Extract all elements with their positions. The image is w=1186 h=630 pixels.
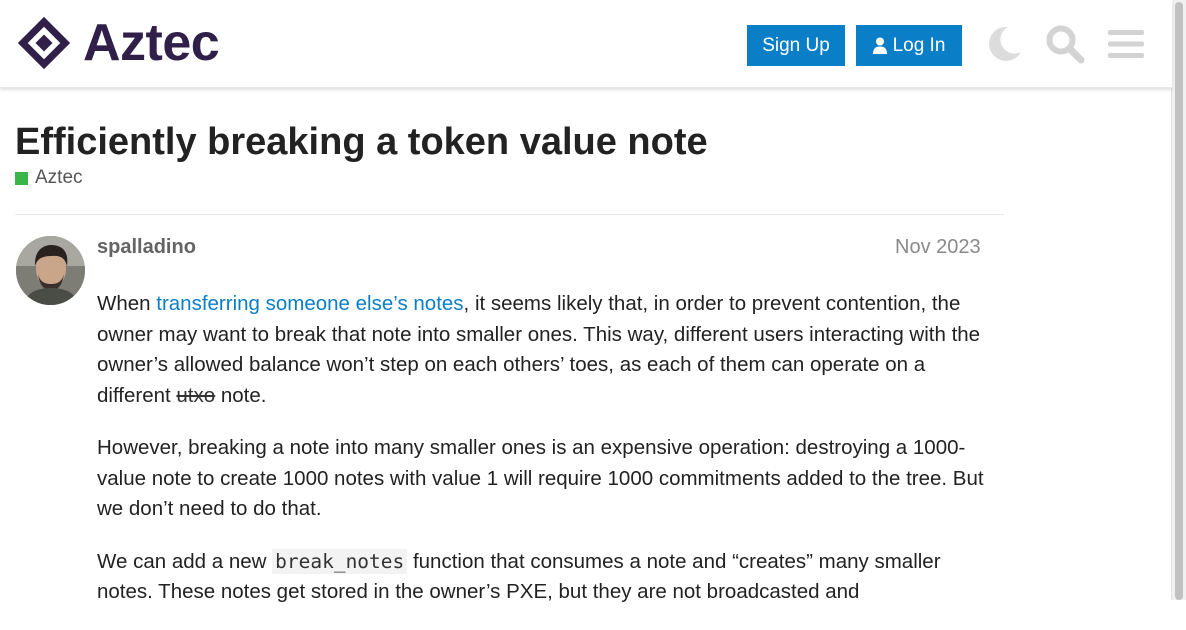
inline-link[interactable]: transferring someone else’s notes: [156, 292, 463, 315]
text-span: We can add a new: [97, 549, 273, 573]
category-color-badge: [15, 171, 28, 185]
moon-icon: [989, 26, 1021, 61]
theme-toggle-button[interactable]: [982, 22, 1026, 66]
post-date[interactable]: Nov 2023: [895, 234, 981, 260]
sign-up-button[interactable]: Sign Up: [747, 25, 845, 66]
menu-button[interactable]: [1104, 22, 1148, 66]
post-paragraph: However, breaking a note into many small…: [97, 436, 984, 520]
text-span: note.: [215, 383, 267, 407]
search-icon: [1046, 25, 1085, 64]
site-logo[interactable]: Aztec: [15, 14, 220, 72]
category-name: Aztec: [35, 167, 83, 188]
inline-code: break_notes: [272, 548, 408, 574]
strikethrough-text: utxo: [176, 383, 216, 407]
post-paragraph: When transferring someone else’s notes, …: [97, 289, 992, 411]
user-icon: [872, 37, 887, 54]
avatar[interactable]: [16, 236, 85, 305]
post-paragraph: We can add a new break_notes function th…: [97, 547, 992, 608]
search-button[interactable]: [1043, 22, 1087, 66]
sign-up-label: Sign Up: [762, 34, 830, 56]
post-body: When transferring someone else’s notes, …: [97, 289, 992, 630]
category-link[interactable]: Aztec: [15, 167, 83, 189]
log-in-label: Log In: [892, 34, 946, 56]
site-logo-text: Aztec: [83, 14, 220, 72]
topic-title[interactable]: Efficiently breaking a token value note: [15, 120, 708, 164]
scrollbar-thumb[interactable]: [1175, 2, 1183, 600]
page-scrollbar[interactable]: [1171, 0, 1186, 600]
site-header: Aztec Sign Up Log In: [0, 0, 1172, 88]
hamburger-menu-icon: [1108, 30, 1144, 58]
user-avatar-image: [16, 236, 85, 305]
title-divider: [15, 214, 1004, 215]
post-author-username[interactable]: spalladino: [97, 234, 196, 260]
log-in-button[interactable]: Log In: [856, 25, 962, 66]
text-span: When: [97, 292, 157, 315]
aztec-diamond-logo-icon: [17, 16, 71, 70]
